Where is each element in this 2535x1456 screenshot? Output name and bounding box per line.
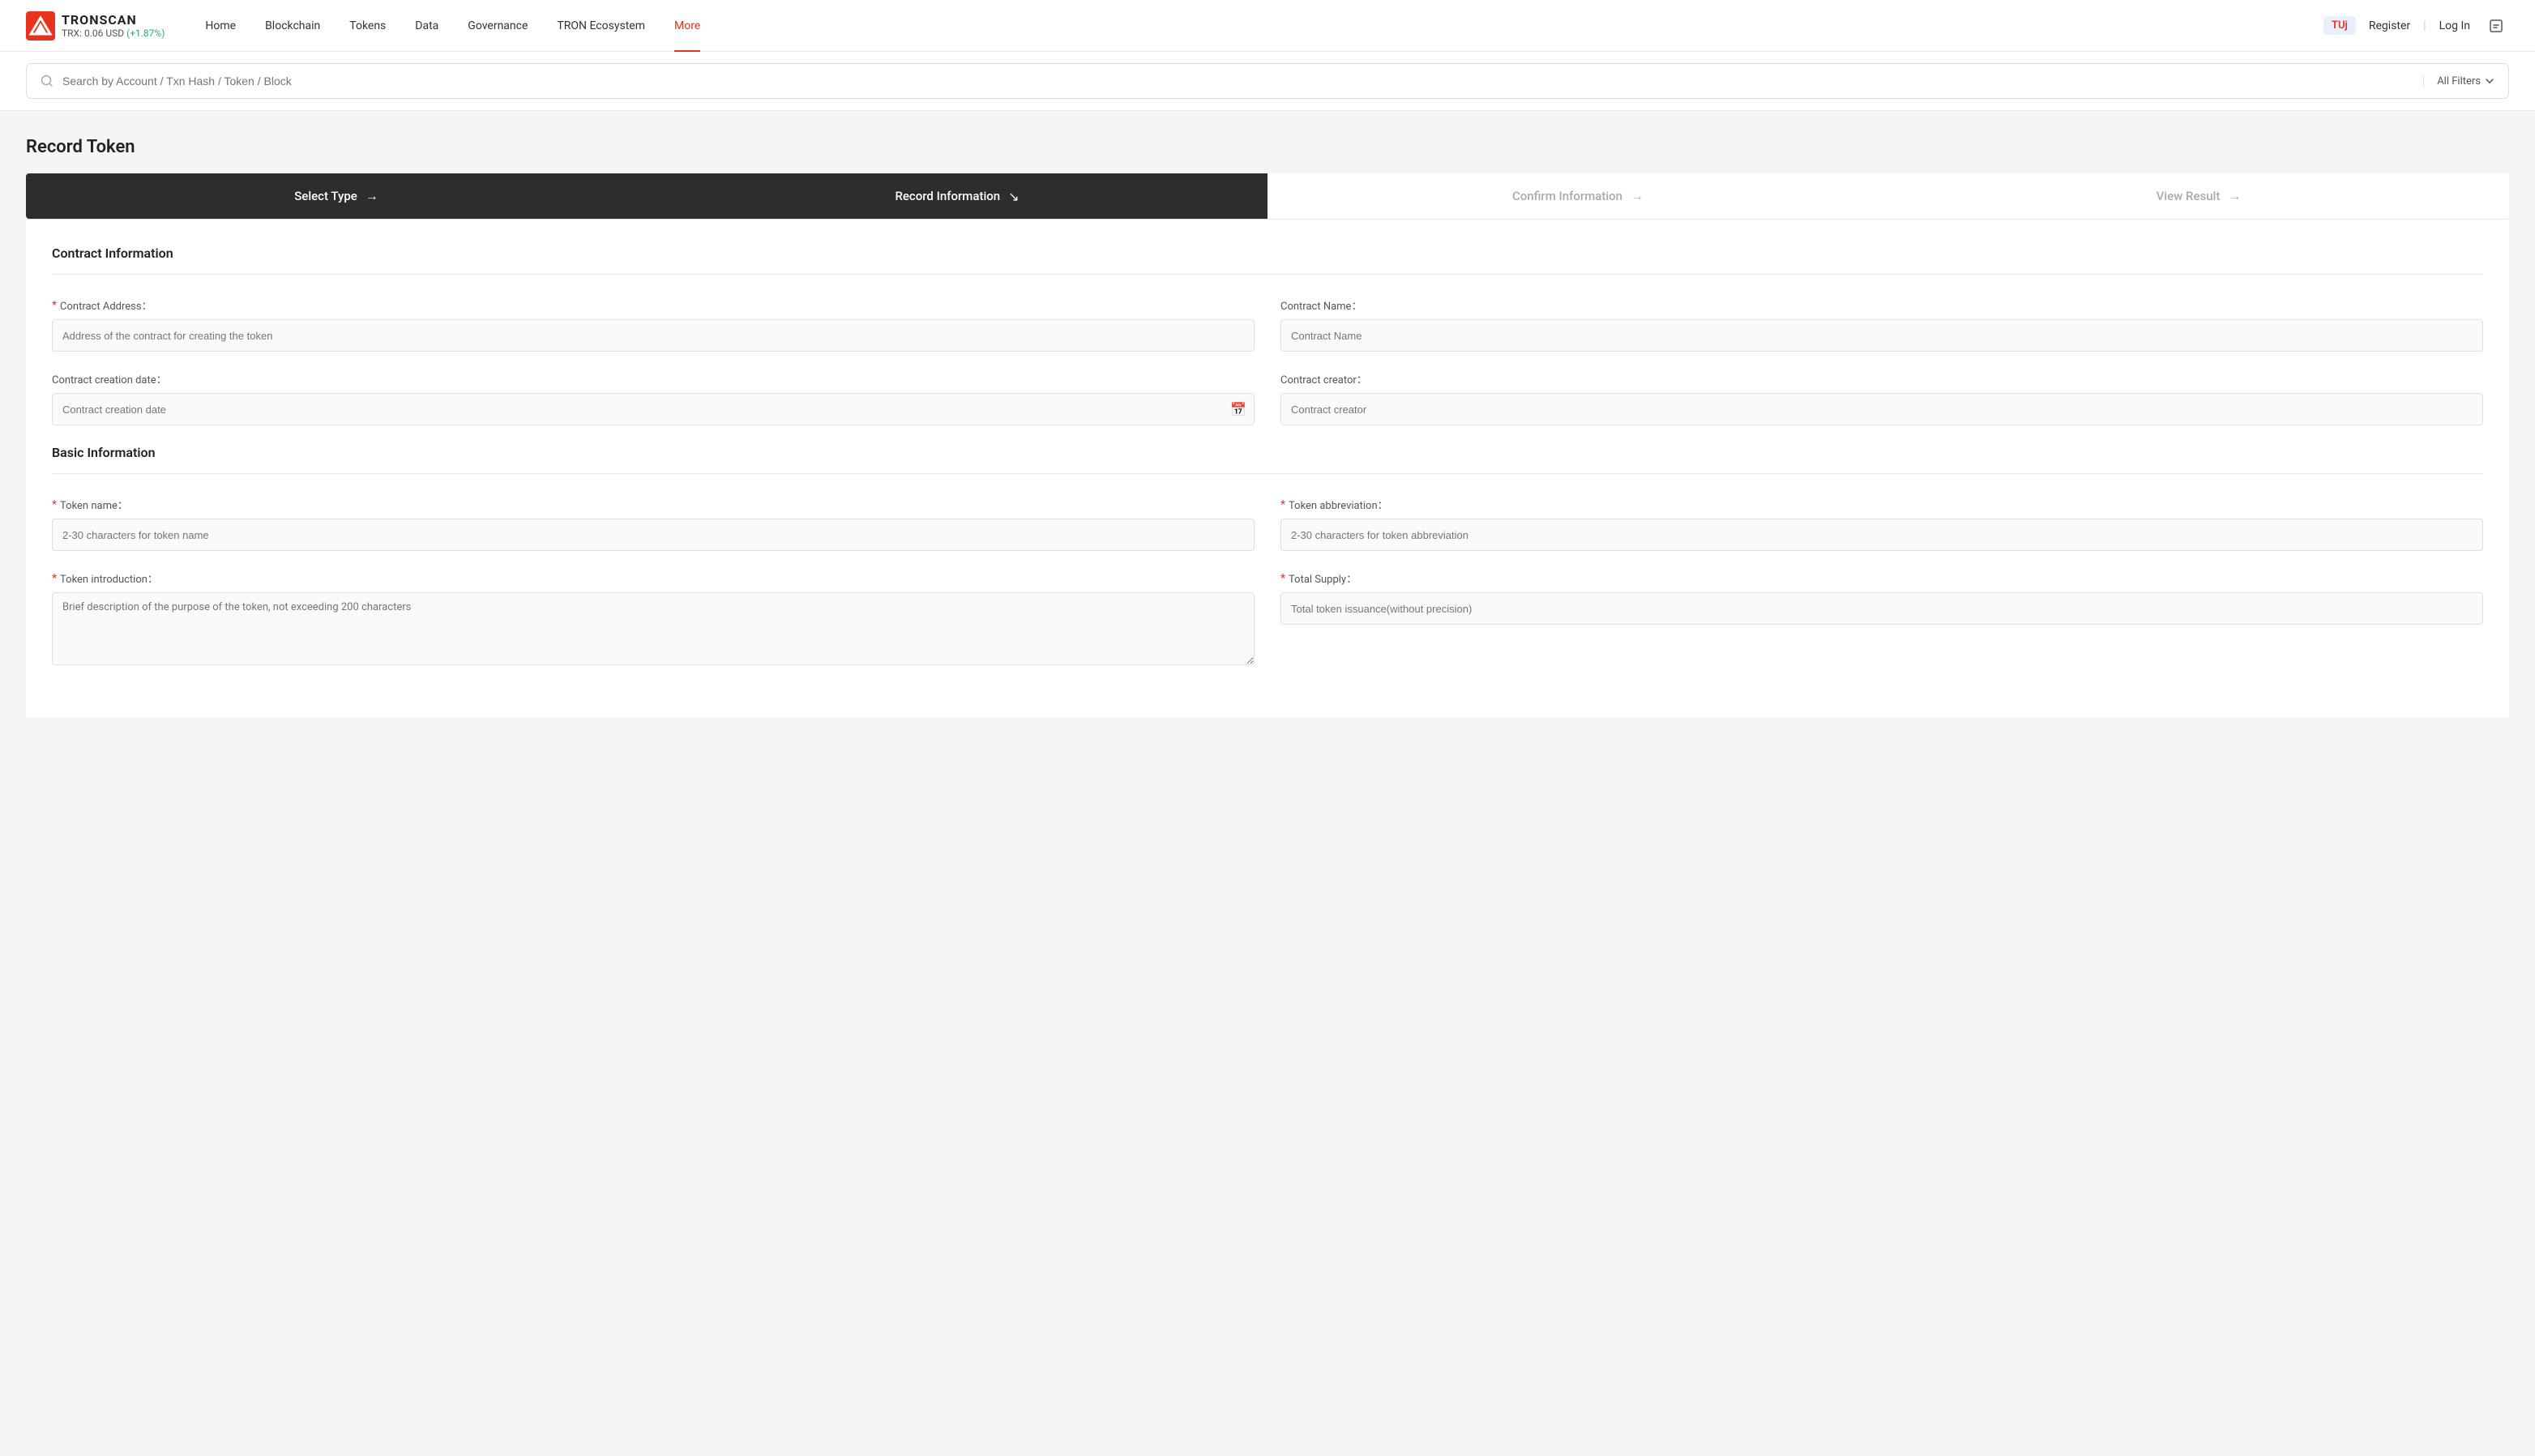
search-bar: All Filters [26,63,2509,99]
token-abbreviation-required: * [1280,498,1285,511]
nav-item-home[interactable]: Home [190,0,250,52]
contract-creation-date-label: Contract creation date： [52,371,1255,386]
register-button[interactable]: Register [2369,19,2410,32]
navbar: TRONSCAN TRX: 0.06 USD (+1.87%) Home Blo… [0,0,2535,52]
nav-right: TUj Register | Log In [2323,13,2509,39]
trx-price: TRX: 0.06 USD (+1.87%) [62,28,165,39]
token-name-label: * Token name： [52,497,1255,512]
step-3-label: Confirm Information [1512,189,1622,203]
step-select-type[interactable]: Select Type → [26,173,647,219]
step-1-arrow: → [366,188,378,204]
contract-row-1: * Contract Address： Contract Name： [52,297,2483,352]
trx-change: (+1.87%) [126,28,165,39]
contract-address-required: * [52,299,57,312]
contract-creation-date-wrapper: 📅 [52,393,1255,425]
token-introduction-group: * Token introduction： [52,570,1255,665]
contract-section-title: Contract Information [52,246,2483,275]
notification-icon[interactable] [2483,13,2509,39]
search-input[interactable] [62,75,2423,88]
form-card: Contract Information * Contract Address：… [26,219,2509,717]
main-content: Record Token Select Type → Record Inform… [0,111,2535,1456]
steps-container: Select Type → Record Information ↘ Confi… [26,173,2509,219]
step-2-label: Record Information [895,189,1000,203]
step-2-arrow: ↘ [1008,189,1019,204]
step-confirm-information[interactable]: Confirm Information → [1268,173,1888,219]
contract-address-group: * Contract Address： [52,297,1255,352]
contract-address-label: * Contract Address： [52,297,1255,313]
contract-name-group: Contract Name： [1280,297,2483,352]
all-filters-button[interactable]: All Filters [2423,75,2495,88]
total-supply-group: * Total Supply： [1280,570,2483,665]
nav-item-tron-ecosystem[interactable]: TRON Ecosystem [542,0,660,52]
token-abbreviation-group: * Token abbreviation： [1280,497,2483,551]
basic-row-1: * Token name： * Token abbreviation： [52,497,2483,551]
total-supply-input[interactable] [1280,592,2483,625]
basic-row-2: * Token introduction： * Total Supply： [52,570,2483,665]
token-abbreviation-label: * Token abbreviation： [1280,497,2483,512]
nav-item-more[interactable]: More [660,0,715,52]
user-badge[interactable]: TUj [2323,16,2356,35]
step-4-arrow: → [2228,188,2241,204]
token-name-input[interactable] [52,519,1255,551]
step-1-label: Select Type [294,189,357,203]
search-icon [40,74,54,88]
contract-row-2: Contract creation date： 📅 Contract creat… [52,371,2483,425]
token-introduction-textarea[interactable] [52,592,1255,665]
nav-item-governance[interactable]: Governance [453,0,542,52]
contract-creator-input[interactable] [1280,393,2483,425]
nav-item-data[interactable]: Data [400,0,453,52]
contract-creation-date-group: Contract creation date： 📅 [52,371,1255,425]
contract-address-input[interactable] [52,319,1255,352]
chevron-down-icon [2484,75,2495,87]
total-supply-required: * [1280,572,1285,585]
token-introduction-required: * [52,572,57,585]
step-view-result[interactable]: View Result → [1888,173,2509,219]
nav-item-blockchain[interactable]: Blockchain [250,0,335,52]
logo-text: TRONSCAN [62,12,165,28]
contract-creation-date-input[interactable] [52,393,1255,425]
token-abbreviation-input[interactable] [1280,519,2483,551]
token-name-group: * Token name： [52,497,1255,551]
nav-links: Home Blockchain Tokens Data Governance T… [190,0,2323,52]
contract-name-input[interactable] [1280,319,2483,352]
contract-creator-label: Contract creator： [1280,371,2483,386]
nav-item-tokens[interactable]: Tokens [335,0,400,52]
token-introduction-label: * Token introduction： [52,570,1255,586]
step-3-arrow: → [1631,188,1644,204]
step-4-label: View Result [2157,189,2221,203]
token-name-required: * [52,498,57,511]
basic-section-title: Basic Information [52,445,2483,474]
contract-name-label: Contract Name： [1280,297,2483,313]
tronscan-logo-icon [26,11,55,41]
contract-creator-group: Contract creator： [1280,371,2483,425]
page-title: Record Token [26,137,2509,157]
logo-area[interactable]: TRONSCAN TRX: 0.06 USD (+1.87%) [26,11,165,41]
step-record-information[interactable]: Record Information ↘ [647,173,1268,219]
login-button[interactable]: Log In [2439,19,2470,32]
total-supply-label: * Total Supply： [1280,570,2483,586]
search-bar-container: All Filters [0,52,2535,111]
